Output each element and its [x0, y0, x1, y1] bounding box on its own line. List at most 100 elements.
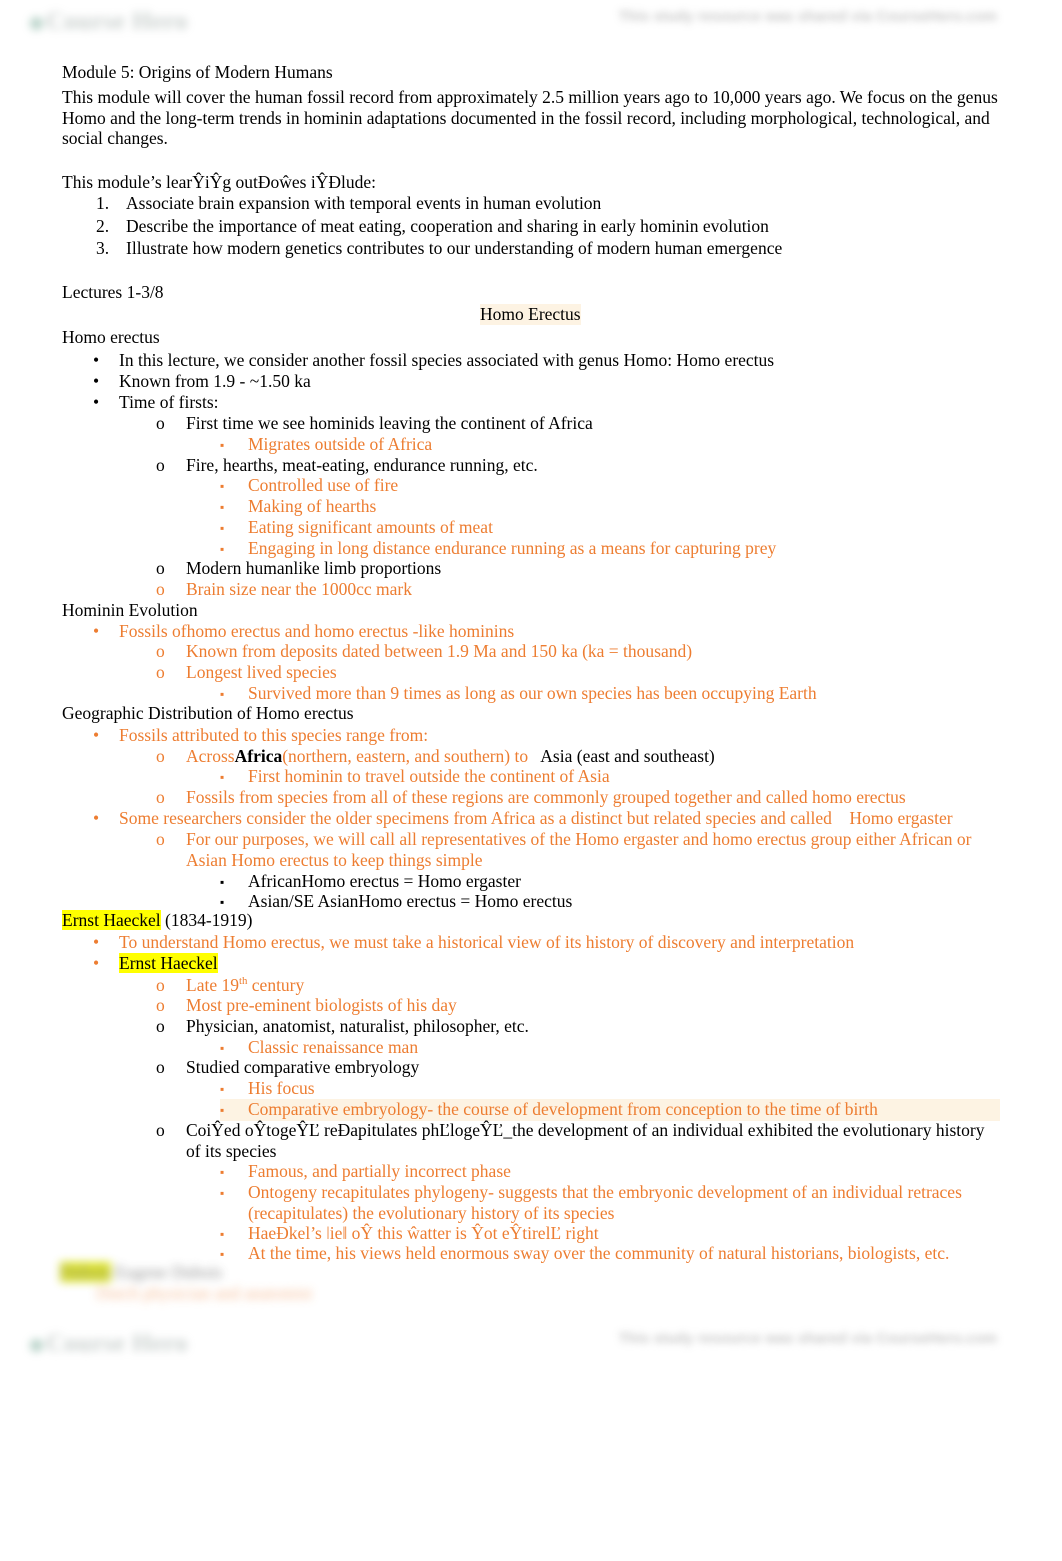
bullet-icon: • — [93, 392, 100, 412]
bullet-icon: • — [93, 371, 100, 391]
frag: For our purposes, we will call all repre… — [186, 829, 576, 849]
frag: century — [247, 975, 305, 995]
square-bullet-icon: ▪ — [220, 770, 225, 784]
list-item: ▪ Making of hearths — [220, 496, 1000, 518]
bullet-text: Controlled use of fire — [248, 475, 399, 495]
bullet-text: Comparative embryology- the course of de… — [248, 1099, 878, 1119]
bullet-text: Fossils ofhomo erectus and homo erectus … — [119, 621, 993, 642]
bullet-text: Longest lived species — [186, 662, 337, 682]
frag: To understand — [119, 932, 223, 952]
bullet-text: Asian/SE AsianHomo erectus = Homo erectu… — [248, 891, 1000, 912]
list-number: 1. — [96, 193, 110, 213]
list-item: 1. Associate brain expansion with tempor… — [96, 193, 976, 214]
list-item: ▪ First hominin to travel outside the co… — [220, 766, 1000, 788]
logo-text: Course Hero — [46, 8, 188, 35]
frag: , we must take a historical view of its … — [320, 932, 855, 952]
bullet-text: Migrates outside of Africa — [248, 434, 433, 454]
circle-bullet-icon: o — [156, 641, 165, 661]
hominin-evolution-heading: Hominin Evolution — [62, 600, 198, 620]
frag-species: Homo erectus — [222, 932, 321, 952]
circle-bullet-icon: o — [156, 1057, 165, 1077]
bullet-text: Physician, anatomist, naturalist, philos… — [186, 1016, 529, 1036]
circle-bullet-icon: o — [156, 455, 165, 475]
objective-text: Illustrate how modern genetics contribut… — [126, 238, 783, 258]
frag: Some researchers consider the older spec… — [119, 808, 837, 828]
circle-bullet-icon: o — [156, 995, 165, 1015]
list-number: 3. — [96, 238, 110, 258]
highlighted-name: Ernst Haeckel — [119, 953, 218, 973]
bullet-icon: • — [93, 808, 100, 828]
list-item: o Late 19th century — [156, 975, 996, 996]
objective-text: Associate brain expansion with temporal … — [126, 193, 602, 213]
bullet-text: Some researchers consider the older spec… — [119, 808, 993, 829]
square-bullet-icon: ▪ — [220, 1186, 225, 1200]
bullet-icon: • — [93, 621, 100, 641]
bullet-text: Ernst Haeckel — [119, 953, 993, 974]
list-item: 3. Illustrate how modern genetics contri… — [96, 238, 976, 259]
frag: = Homo ergaster — [399, 871, 521, 891]
frag-species: Homo ergaster — [849, 808, 953, 828]
bullet-text: HaeÐkel’s ǀieǁ oŶ this ŵatter is Ŷot eŶt… — [248, 1223, 599, 1243]
list-item: ▪ Asian/SE AsianHomo erectus = Homo erec… — [220, 891, 1000, 913]
square-bullet-icon: ▪ — [220, 875, 225, 889]
list-item: • Fossils attributed to this species ran… — [93, 725, 993, 746]
obscured-bullet-text: Dutch physician and anatomist — [96, 1283, 313, 1303]
list-number: 2. — [96, 216, 110, 236]
frag: Late 19 — [186, 975, 239, 995]
highlighted-name: Ernst Haeckel — [62, 910, 161, 930]
frag-species: Homo ergaster — [575, 829, 679, 849]
bullet-text: For our purposes, we will call all repre… — [186, 829, 996, 870]
circle-bullet-icon: o — [156, 829, 165, 849]
list-item: o Studied comparative embryology — [156, 1057, 996, 1078]
bullet-text: At the time, his views held enormous swa… — [248, 1243, 950, 1263]
list-item: • Known from 1.9 - ~1.50 ka — [93, 371, 993, 392]
bullet-text: Making of hearths — [248, 496, 377, 516]
list-item: ▪ AfricanHomo erectus = Homo ergaster — [220, 871, 1000, 893]
section-title: Homo Erectus — [480, 304, 581, 325]
list-item: • To understand Homo erectus, we must ta… — [93, 932, 993, 953]
bullet-text: AcrossAfrica(northern, eastern, and sout… — [186, 746, 996, 767]
frag-species: Homo erectus — [301, 871, 400, 891]
page-title: Module 5: Origins of Modern Humans — [62, 62, 333, 82]
list-item: ▪ Survived more than 9 times as long as … — [220, 683, 1000, 705]
logo-text: Course Hero — [46, 1330, 188, 1357]
geographic-distribution-heading: Geographic Distribution of Homo erectus — [62, 703, 354, 724]
objectives-lead: This module’s learŶiŶg outÐoŵes iŶÐlude: — [62, 172, 376, 192]
bullet-icon: • — [93, 953, 100, 973]
square-bullet-icon: ▪ — [220, 542, 225, 556]
bullet-text: Famous, and partially incorrect phase — [248, 1161, 511, 1181]
list-item: • Some researchers consider the older sp… — [93, 808, 993, 829]
bullet-icon: • — [93, 725, 100, 745]
bullet-text: Known from deposits dated between 1.9 Ma… — [186, 641, 693, 661]
frag: Asian/SE Asian — [248, 891, 359, 911]
square-bullet-icon: ▪ — [220, 1082, 225, 1096]
haeckel-years: (1834-1919) — [160, 910, 253, 930]
circle-bullet-icon: o — [156, 787, 165, 807]
list-item: ▪ Engaging in long distance endurance ru… — [220, 538, 1000, 560]
frag: = Homo erectus — [456, 891, 573, 911]
list-item: • In this lecture, we consider another f… — [93, 350, 993, 371]
circle-bullet-icon: o — [156, 579, 165, 599]
circle-bullet-icon: o — [156, 558, 165, 578]
frag: Across — [186, 746, 235, 766]
circle-bullet-icon: o — [156, 975, 165, 995]
bullet-text: Most pre-eminent biologists of his day — [186, 995, 457, 1015]
bullet-text: CoiŶed oŶtogeŶĽ reÐapitulates phĽlogeŶĽ_… — [186, 1120, 985, 1161]
square-bullet-icon: ▪ — [220, 1165, 225, 1179]
bullet-text: Eating significant amounts of meat — [248, 517, 493, 537]
obscured-heading: Dubois Eugene Dubois — [60, 1262, 420, 1283]
bullet-text: Known from 1.9 - ~1.50 ka — [119, 371, 311, 391]
list-item: o Brain size near the 1000cc mark — [156, 579, 996, 600]
frag-species: Homo erectus — [358, 891, 457, 911]
list-item: ▪ Classic renaissance man — [220, 1037, 1000, 1059]
list-item: ▪ Eating significant amounts of meat — [220, 517, 1000, 539]
list-item: ▪ Comparative embryology- the course of … — [220, 1099, 1000, 1121]
bullet-text: Fossils attributed to this species range… — [119, 725, 429, 745]
bullet-icon: • — [93, 932, 100, 952]
square-bullet-icon: ▪ — [220, 521, 225, 535]
square-bullet-icon: ▪ — [220, 438, 225, 452]
frag: Fossils of — [119, 621, 187, 641]
frag-region-asia: Asia (east and southeast) — [540, 746, 715, 766]
frag-species: Homo erectus — [231, 849, 329, 870]
list-item: • Fossils ofhomo erectus and homo erectu… — [93, 621, 993, 642]
